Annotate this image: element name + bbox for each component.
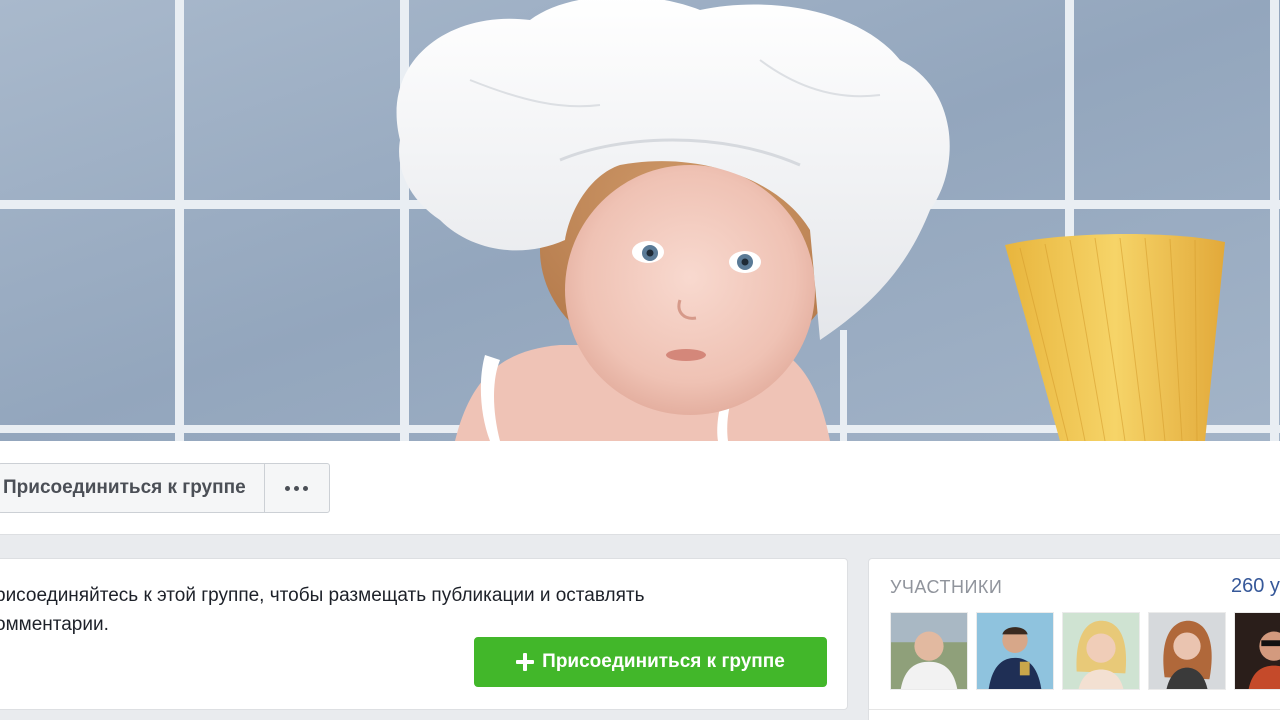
- header-button-group: Присоединиться к группе: [0, 463, 330, 513]
- members-title: УЧАСТНИКИ: [890, 577, 1003, 597]
- avatar[interactable]: [1148, 612, 1226, 690]
- group-cover-photo: [0, 0, 1280, 441]
- join-prompt-text: рисоединяйтесь к этой группе, чтобы разм…: [0, 585, 645, 635]
- plus-icon: [516, 653, 535, 671]
- cover-photo-image: [0, 0, 1280, 441]
- member-avatars: [890, 612, 1280, 690]
- members-divider: [869, 709, 1280, 710]
- join-group-primary-button-label: Присоединиться к группе: [542, 651, 785, 672]
- avatar[interactable]: [1234, 612, 1280, 690]
- avatar[interactable]: [1062, 612, 1140, 690]
- members-count-link[interactable]: 260 у: [1231, 575, 1280, 598]
- join-prompt-card: рисоединяйтесь к этой группе, чтобы разм…: [0, 558, 848, 710]
- more-options-button[interactable]: [265, 464, 329, 512]
- ellipsis-icon: [285, 485, 309, 491]
- avatar[interactable]: [890, 612, 968, 690]
- group-action-bar: Присоединиться к группе: [0, 441, 1280, 535]
- join-group-button-label: Присоединиться к группе: [3, 477, 246, 498]
- join-group-primary-button[interactable]: Присоединиться к группе: [474, 637, 827, 687]
- members-card: УЧАСТНИКИ 260 у: [868, 558, 1280, 720]
- join-group-button[interactable]: Присоединиться к группе: [0, 464, 265, 512]
- avatar[interactable]: [976, 612, 1054, 690]
